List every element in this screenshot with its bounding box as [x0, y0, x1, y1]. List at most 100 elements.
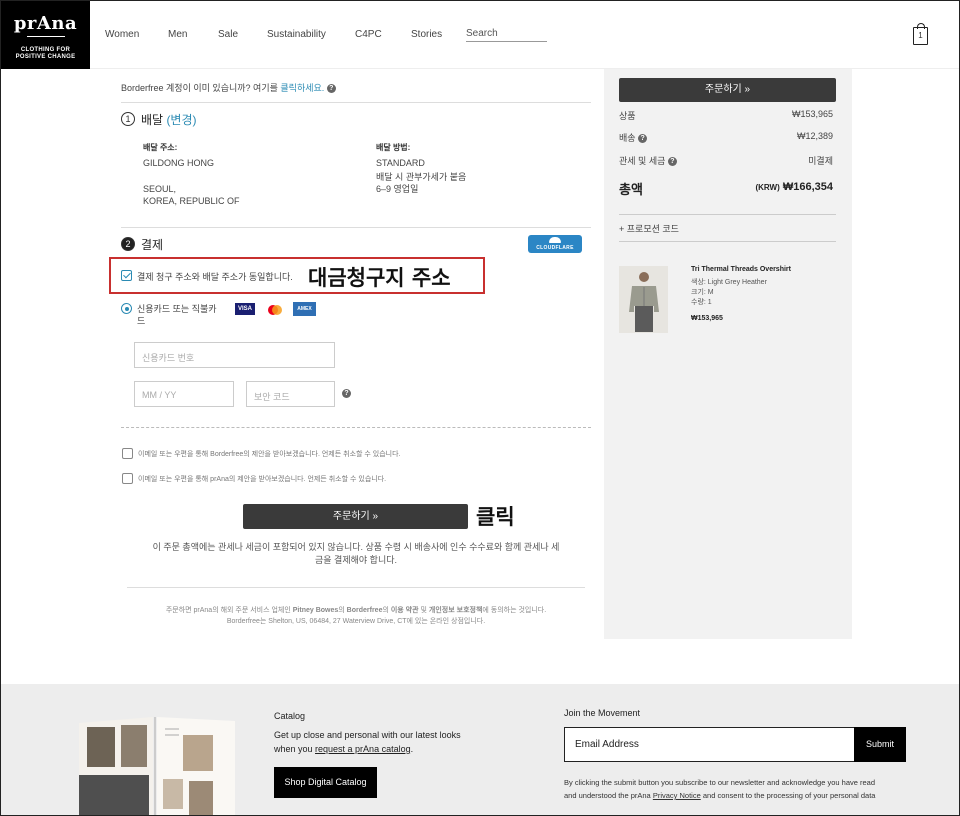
newsletter-submit-button[interactable]: Submit	[854, 727, 906, 762]
logo-brand: prAna	[13, 13, 78, 34]
page-frame: prAna CLOTHING FOR POSITIVE CHANGE Women…	[0, 0, 960, 816]
cloudflare-badge: CLOUDFLARE	[528, 235, 582, 253]
legal-text-part: 에 동의하는 것입니다.	[482, 607, 547, 614]
legal-text-part: and understood the prAna	[564, 791, 653, 800]
step-2-badge: 2	[121, 237, 135, 251]
order-note-line1: 이 주문 총액에는 관세나 세금이 포함되어 있지 않습니다. 상품 수령 시 …	[152, 542, 560, 552]
nav-women[interactable]: Women	[105, 29, 139, 40]
total-value: (KRW) ₩166,354	[755, 181, 833, 193]
section-divider	[121, 102, 591, 103]
logo-divider	[26, 36, 65, 37]
shipping-label: 배송 ?	[619, 131, 648, 144]
join-title: Join the Movement	[564, 708, 641, 718]
nav-sale[interactable]: Sale	[218, 29, 238, 40]
cart-count: 1	[918, 31, 923, 40]
privacy-notice-link[interactable]: Privacy Notice	[653, 791, 701, 800]
help-icon[interactable]: ?	[667, 157, 677, 167]
card-option-line1: 신용카드 또는 직불카	[137, 304, 217, 314]
summary-divider	[619, 214, 836, 215]
click-annotation: 클릭	[476, 505, 515, 529]
shop-digital-catalog-button[interactable]: Shop Digital Catalog	[274, 767, 377, 798]
place-order-button[interactable]: 주문하기 »	[243, 504, 468, 529]
account-prompt: Borderfree 계정이 이미 있습니까? 여기를 클릭하세요. ?	[121, 81, 336, 94]
product-name[interactable]: Tri Thermal Threads Overshirt	[691, 266, 791, 273]
total-label: 총액	[619, 182, 643, 197]
section-divider	[121, 227, 591, 228]
summary-divider	[619, 241, 836, 242]
tax-label: 관세 및 세금 ?	[619, 154, 677, 167]
legal-text-part: 의	[338, 607, 347, 614]
tax-value: 미결제	[808, 156, 833, 166]
order-note: 이 주문 총액에는 관세나 세금이 포함되어 있지 않습니다. 상품 수령 시 …	[121, 541, 591, 567]
expiry-input[interactable]: MM / YY	[134, 381, 234, 407]
nav-stories[interactable]: Stories	[411, 29, 442, 40]
promo-code-link[interactable]: + 프로모션 코드	[619, 222, 679, 235]
same-address-label: 결제 청구 주소와 배달 주소가 동일합니다.	[137, 272, 293, 282]
account-login-link[interactable]: 클릭하세요.	[280, 83, 324, 93]
cvv-help-icon[interactable]: ?	[342, 389, 351, 398]
address-name: GILDONG HONG	[143, 158, 215, 168]
product-image	[619, 266, 668, 333]
legal-line1: 주문하면 prAna의 해외 주문 서비스 업체인 Pitney Bowes의 …	[121, 605, 591, 616]
legal-text-part: 주문하면 prAna의 해외 주문 서비스 업체인	[165, 607, 293, 614]
card-number-input[interactable]: 신용카드 번호	[134, 342, 335, 368]
account-prompt-text: Borderfree 계정이 이미 있습니까? 여기를	[121, 83, 281, 93]
method-name: STANDARD	[376, 158, 425, 168]
request-catalog-link[interactable]: request a prAna catalog	[315, 744, 411, 754]
items-label: 상품	[619, 111, 636, 121]
logo-tagline-1: CLOTHING FOR	[20, 47, 71, 53]
nav-sustainability[interactable]: Sustainability	[267, 29, 326, 40]
method-days: 6–9 영업일	[376, 184, 419, 194]
help-icon[interactable]: ?	[326, 84, 336, 94]
step-1-badge: 1	[121, 112, 135, 126]
visa-icon: VISA	[235, 303, 255, 315]
card-option-line2: 드	[137, 316, 146, 326]
borderfree-optin-checkbox[interactable]	[122, 448, 133, 459]
product-size: 크기: M	[691, 289, 714, 296]
search-input[interactable]: Search	[466, 28, 547, 42]
product-price: ₩153,965	[691, 315, 723, 322]
same-address-checkbox[interactable]	[121, 270, 132, 281]
nav-c4pc[interactable]: C4PC	[355, 29, 382, 40]
total-currency: (KRW)	[755, 183, 780, 192]
mastercard-icon	[266, 303, 284, 315]
help-icon[interactable]: ?	[638, 134, 648, 144]
legal-text-part: and consent to the processing of your pe…	[700, 791, 876, 800]
logo-tagline: CLOTHING FOR POSITIVE CHANGE	[1, 47, 90, 61]
legal-text-part: 및	[418, 607, 429, 614]
order-note-line2: 금을 결제해야 합니다.	[314, 555, 398, 565]
tax-label-text: 관세 및 세금	[619, 156, 666, 166]
total-amount: ₩166,354	[782, 181, 833, 193]
method-label: 배달 방법:	[376, 143, 411, 152]
legal-pitney-bowes: Pitney Bowes	[292, 607, 339, 614]
items-value: ₩153,965	[791, 109, 833, 119]
amex-icon: AMEX	[293, 302, 316, 316]
product-color: 색상: Light Grey Heather	[691, 279, 767, 286]
product-qty: 수량: 1	[691, 299, 712, 306]
address-country: KOREA, REPUBLIC OF	[143, 196, 240, 206]
prana-optin-label: 이메일 또는 우편을 통해 prAna의 제안을 받아보겠습니다. 언제든 취소…	[138, 476, 387, 483]
billing-annotation: 대금청구지 주소	[308, 266, 451, 290]
prana-logo[interactable]: prAna CLOTHING FOR POSITIVE CHANGE	[1, 1, 90, 69]
catalog-image[interactable]	[79, 717, 235, 815]
shipping-label-text: 배송	[619, 133, 636, 143]
address-label: 배달 주소:	[143, 143, 178, 152]
cart-icon[interactable]: 1	[913, 23, 928, 45]
cvv-input[interactable]: 보안 코드	[246, 381, 335, 407]
legal-borderfree: Borderfree	[346, 607, 383, 614]
logo-tagline-2: POSITIVE CHANGE	[15, 54, 76, 60]
legal-text-part: 의	[382, 607, 391, 614]
delivery-title-text: 배달	[141, 113, 164, 127]
delivery-change-link[interactable]: (변경)	[166, 113, 196, 127]
summary-order-button[interactable]: 주문하기 »	[619, 78, 836, 102]
legal-text: 주문하면 prAna의 해외 주문 서비스 업체인 Pitney Bowes의 …	[121, 605, 591, 627]
prana-optin-checkbox[interactable]	[122, 473, 133, 484]
catalog-text-part: .	[410, 744, 414, 754]
credit-card-radio[interactable]	[121, 303, 132, 314]
payment-divider	[121, 427, 591, 428]
terms-link[interactable]: 이용 약관	[391, 607, 419, 614]
privacy-policy-link[interactable]: 개인정보 보호정책	[429, 607, 482, 614]
payment-title: 결제	[141, 238, 164, 252]
catalog-text-line1: Get up close and personal with our lates…	[274, 730, 461, 740]
nav-men[interactable]: Men	[168, 29, 187, 40]
